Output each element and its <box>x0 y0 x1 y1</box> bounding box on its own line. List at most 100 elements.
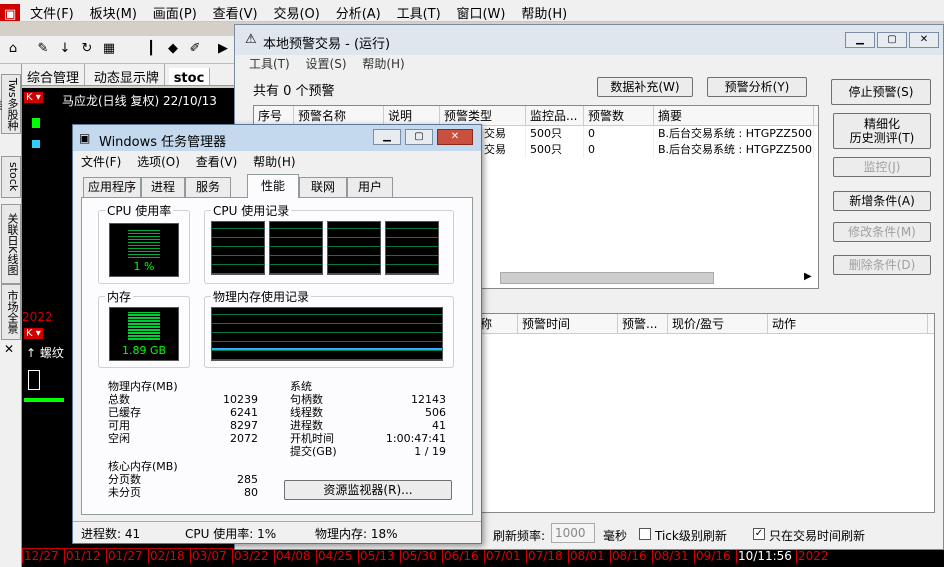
tm-menu-help[interactable]: 帮助(H) <box>253 155 295 169</box>
tick-refresh-checkbox[interactable] <box>639 528 651 540</box>
date-tick: 07/01 <box>484 549 526 563</box>
memory-label: 内存 <box>105 288 134 305</box>
main-menubar: ▣ 文件(F) 板块(M) 画面(P) 查看(V) 交易(O) 分析(A) 工具… <box>0 0 944 22</box>
alert-icon[interactable]: ◆ <box>164 40 182 58</box>
col-header[interactable]: 动作 <box>768 314 928 334</box>
tab-dynamic[interactable]: 动态显示牌 <box>89 64 165 85</box>
col-header[interactable]: 称 <box>476 314 518 334</box>
col-header[interactable]: 预警时间 <box>518 314 618 334</box>
vtab-market[interactable]: 市场全景 <box>1 284 21 340</box>
warning-events-table[interactable]: 称预警时间 预警... 现价/盈亏 动作 <box>475 313 935 513</box>
menu-file[interactable]: 文件(F) <box>24 0 80 21</box>
memory-group: 内存 1.89 GB <box>98 288 190 368</box>
grid-icon[interactable]: ▦ <box>100 40 118 58</box>
trade-hours-checkbox[interactable]: ✓ <box>753 528 765 540</box>
warning-count: 共有 0 个预警 <box>253 84 335 99</box>
stop-warning-button[interactable]: 停止预警(S) <box>831 79 931 105</box>
k-badge-2: K ▾ <box>24 328 43 339</box>
vtab-stock[interactable]: stock <box>1 156 21 198</box>
cpu-history-graph <box>211 221 265 275</box>
date-tick: 05/30 <box>400 549 442 563</box>
play-icon[interactable]: ▶ <box>214 40 232 58</box>
col-header[interactable]: 预警名称 <box>294 106 384 126</box>
gauge-bars <box>128 228 160 258</box>
vtab-daily-k[interactable]: 关联日K线图 <box>1 204 21 284</box>
memory-history-label: 物理内存使用记录 <box>211 288 312 305</box>
menu-screen[interactable]: 画面(P) <box>147 0 203 21</box>
tm-minimize-button[interactable]: ▁ <box>373 129 401 145</box>
col-header[interactable]: 摘要 <box>654 106 814 126</box>
warn-menu-settings[interactable]: 设置(S) <box>306 57 347 71</box>
tm-menu-view[interactable]: 查看(V) <box>196 155 238 169</box>
monitor-button[interactable]: 监控(J) <box>833 157 931 177</box>
tm-menu-options[interactable]: 选项(O) <box>137 155 180 169</box>
system-group: 系统 句柄数 12143 线程数 506 进程数 41 开机时间 1:00:47:41 … <box>284 380 452 460</box>
refresh-icon[interactable]: ↻ <box>78 40 96 58</box>
warn-app-icon: ⚠ <box>245 32 257 47</box>
tm-title: Windows 任务管理器 <box>99 135 227 150</box>
cell: 0 <box>584 126 654 142</box>
sys-val: 1 / 19 <box>414 445 446 458</box>
tab-performance[interactable]: 性能 <box>247 174 299 198</box>
kernel-key: 分页数 <box>108 473 141 486</box>
warn-title: 本地预警交易 - (运行) <box>263 37 391 52</box>
add-condition-button[interactable]: 新增条件(A) <box>833 191 931 211</box>
menu-help[interactable]: 帮助(H) <box>515 0 573 21</box>
warning-analysis-button[interactable]: 预警分析(Y) <box>707 77 807 97</box>
date-tick: 08/31 <box>652 549 694 563</box>
menu-tools[interactable]: 工具(T) <box>391 0 447 21</box>
col-header[interactable]: 说明 <box>384 106 440 126</box>
kernel-memory-group: 核心内存(MB) 分页数 285 未分页 80 <box>100 460 258 500</box>
menu-window[interactable]: 窗口(W) <box>450 0 511 21</box>
tab-networking[interactable]: 联网 <box>299 177 347 197</box>
tab-services[interactable]: 服务 <box>185 177 231 197</box>
tm-maximize-button[interactable]: ▢ <box>405 129 433 145</box>
edit-icon[interactable]: ✐ <box>186 40 204 58</box>
close-icon[interactable]: ✕ <box>4 342 14 356</box>
menu-analysis[interactable]: 分析(A) <box>330 0 387 21</box>
maximize-button[interactable]: ▢ <box>877 32 907 48</box>
candle-icon[interactable]: ┃ <box>142 40 160 58</box>
physical-memory-group: 物理内存(MB) 总数 10239 已缓存 6241 可用 8297 空闲 2072 <box>100 380 258 445</box>
refresh-rate-input[interactable]: 1000 <box>551 523 595 543</box>
phys-key: 可用 <box>108 419 130 432</box>
menu-sector[interactable]: 板块(M) <box>84 0 143 21</box>
phys-val: 2072 <box>230 432 258 445</box>
tab-applications[interactable]: 应用程序 <box>83 177 141 197</box>
tab-users[interactable]: 用户 <box>347 177 393 197</box>
col-header[interactable]: 现价/盈亏 <box>668 314 768 334</box>
draw-icon[interactable]: ✎ <box>34 40 52 58</box>
history-evaluation-button[interactable]: 精细化 历史测评(T) <box>833 113 931 149</box>
chart-stock-title: 马应龙(日线 复权) 22/10/13 <box>62 94 217 108</box>
delete-condition-button[interactable]: 删除条件(D) <box>833 255 931 275</box>
task-manager-window: ▣ Windows 任务管理器 ▁ ▢ ✕ 文件(F) 选项(O) 查看(V) … <box>72 124 482 544</box>
date-tick: 01/27 <box>106 549 148 563</box>
resource-monitor-button[interactable]: 资源监视器(R)... <box>284 480 452 500</box>
modify-condition-button[interactable]: 修改条件(M) <box>833 222 931 242</box>
col-header[interactable]: 监控品... <box>526 106 584 126</box>
col-header[interactable]: 预警... <box>618 314 668 334</box>
scroll-right-icon[interactable]: ▶ <box>804 271 812 282</box>
tm-menu-file[interactable]: 文件(F) <box>81 155 121 169</box>
tab-overview[interactable]: 综合管理 <box>22 64 86 85</box>
tab-stock[interactable]: stoc <box>168 68 211 85</box>
memory-value: 1.89 GB <box>121 344 167 357</box>
menu-trade[interactable]: 交易(O) <box>267 0 325 21</box>
home-icon[interactable]: ⌂ <box>4 40 22 58</box>
vtab-tws[interactable]: Tws多股种类 <box>0 74 21 134</box>
date-tick: 09/16 <box>694 549 736 563</box>
col-header[interactable]: 序号 <box>254 106 294 126</box>
warn-menu-help[interactable]: 帮助(H) <box>362 57 404 71</box>
warn-menu-tools[interactable]: 工具(T) <box>249 57 290 71</box>
status-cpu: CPU 使用率: 1% <box>185 527 277 541</box>
col-header[interactable]: 预警数 <box>584 106 654 126</box>
download-icon[interactable]: ↓ <box>56 40 74 58</box>
close-button[interactable]: ✕ <box>909 32 939 48</box>
col-header[interactable]: 预警类型 <box>440 106 526 126</box>
horizontal-scrollbar[interactable] <box>500 272 714 284</box>
tm-close-button[interactable]: ✕ <box>437 129 473 145</box>
menu-view[interactable]: 查看(V) <box>207 0 264 21</box>
data-fill-button[interactable]: 数据补充(W) <box>597 77 693 97</box>
tab-processes[interactable]: 进程 <box>141 177 185 197</box>
minimize-button[interactable]: ▁ <box>845 32 875 48</box>
